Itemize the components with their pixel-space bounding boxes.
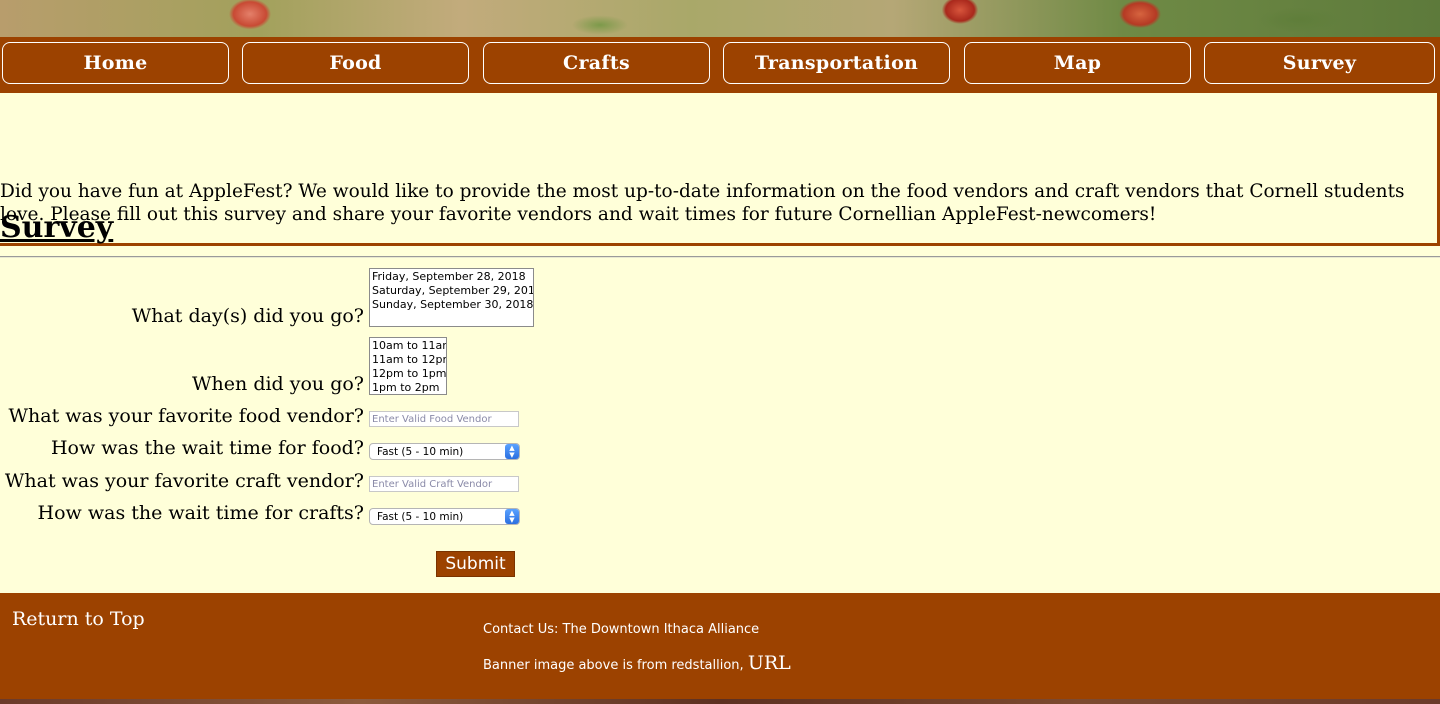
nav-survey[interactable]: Survey bbox=[1204, 42, 1435, 84]
craft-wait-select[interactable]: Fast (5 - 10 min) ▲ ▼ bbox=[369, 508, 520, 525]
nav-transportation[interactable]: Transportation bbox=[723, 42, 950, 84]
days-label: What day(s) did you go? bbox=[131, 305, 364, 327]
food-vendor-input[interactable] bbox=[369, 411, 519, 427]
craft-vendor-label: What was your favorite craft vendor? bbox=[4, 470, 364, 492]
return-to-top-link[interactable]: Return to Top bbox=[12, 608, 145, 630]
food-wait-value: Fast (5 - 10 min) bbox=[377, 445, 464, 458]
times-option[interactable]: 10am to 11am bbox=[372, 339, 446, 353]
credit-text: Banner image above is from redstallion, bbox=[483, 658, 748, 673]
submit-button[interactable]: Submit bbox=[436, 551, 515, 577]
divider bbox=[0, 256, 1440, 258]
credit-url-link[interactable]: URL bbox=[748, 652, 791, 674]
main-nav: Home Food Crafts Transportation Map Surv… bbox=[0, 37, 1440, 93]
nav-food[interactable]: Food bbox=[242, 42, 469, 84]
times-listbox[interactable]: 10am to 11am 11am to 12pm 12pm to 1pm 1p… bbox=[369, 337, 447, 395]
craft-wait-label: How was the wait time for crafts? bbox=[37, 502, 364, 524]
chevron-updown-icon: ▲ ▼ bbox=[505, 444, 519, 459]
food-wait-select[interactable]: Fast (5 - 10 min) ▲ ▼ bbox=[369, 443, 520, 460]
days-option[interactable]: Friday, September 28, 2018 bbox=[372, 270, 531, 284]
intro-section: Survey Did you have fun at AppleFest? We… bbox=[0, 93, 1440, 246]
nav-map[interactable]: Map bbox=[964, 42, 1191, 84]
banner-credit: Banner image above is from redstallion, … bbox=[483, 652, 791, 674]
footer-background-strip bbox=[0, 699, 1440, 704]
nav-crafts[interactable]: Crafts bbox=[483, 42, 710, 84]
days-option[interactable]: Sunday, September 30, 2018 bbox=[372, 298, 533, 312]
times-option[interactable]: 1pm to 2pm bbox=[372, 381, 444, 394]
times-option[interactable]: 12pm to 1pm bbox=[372, 367, 446, 381]
contact-text: Contact Us: The Downtown Ithaca Alliance bbox=[483, 622, 760, 637]
intro-text: Did you have fun at AppleFest? We would … bbox=[0, 181, 1405, 225]
banner-image bbox=[0, 0, 1440, 37]
footer: Return to Top Contact Us: The Downtown I… bbox=[0, 593, 1440, 699]
craft-vendor-input[interactable] bbox=[369, 476, 519, 492]
nav-home[interactable]: Home bbox=[2, 42, 229, 84]
days-option[interactable]: Saturday, September 29, 2018 bbox=[372, 284, 533, 298]
chevron-updown-icon: ▲ ▼ bbox=[505, 509, 519, 524]
times-label: When did you go? bbox=[192, 373, 364, 395]
food-wait-label: How was the wait time for food? bbox=[50, 437, 364, 459]
times-option[interactable]: 11am to 12pm bbox=[372, 353, 446, 367]
food-vendor-label: What was your favorite food vendor? bbox=[8, 405, 365, 427]
craft-wait-value: Fast (5 - 10 min) bbox=[377, 510, 464, 523]
days-listbox[interactable]: Friday, September 28, 2018 Saturday, Sep… bbox=[369, 268, 534, 327]
